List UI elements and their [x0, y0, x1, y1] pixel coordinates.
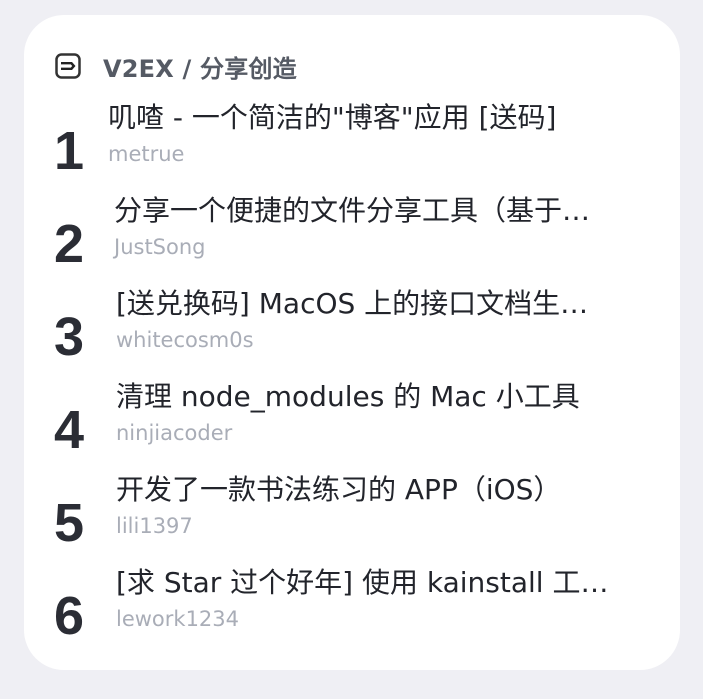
list-item[interactable]: 6 [求 Star 过个好年] 使用 kainstall 工… lework12… [54, 565, 664, 658]
topic-title[interactable]: 分享一个便捷的文件分享工具（基于… [114, 193, 664, 229]
topic-author: metrue [108, 142, 185, 166]
widget-title: V2EX / 分享创造 [103, 54, 297, 83]
rank-number: 6 [54, 586, 85, 646]
item-content: 叽喳 - 一个简洁的"博客"应用 [送码] metrue [108, 100, 664, 166]
list-item[interactable]: 3 [送兑换码] MacOS 上的接口文档生… whitecosm0s [54, 286, 664, 379]
v2ex-logo-icon [55, 53, 81, 79]
topic-title[interactable]: 清理 node_modules 的 Mac 小工具 [116, 379, 664, 415]
list-item[interactable]: 2 分享一个便捷的文件分享工具（基于… JustSong [54, 193, 664, 286]
item-content: [求 Star 过个好年] 使用 kainstall 工… lework1234 [116, 565, 664, 631]
rank-number: 3 [54, 307, 85, 367]
rank-number: 2 [54, 214, 85, 274]
topic-author: whitecosm0s [116, 328, 254, 352]
topic-title[interactable]: [送兑换码] MacOS 上的接口文档生… [116, 286, 664, 322]
widget-header: V2EX / 分享创造 [55, 51, 297, 83]
list-item[interactable]: 1 叽喳 - 一个简洁的"博客"应用 [送码] metrue [54, 100, 664, 193]
topic-title[interactable]: [求 Star 过个好年] 使用 kainstall 工… [116, 565, 664, 601]
item-content: 分享一个便捷的文件分享工具（基于… JustSong [114, 193, 664, 259]
topic-title[interactable]: 叽喳 - 一个简洁的"博客"应用 [送码] [108, 100, 664, 136]
rank-number: 4 [54, 400, 85, 460]
item-content: 开发了一款书法练习的 APP（iOS） lili1397 [116, 472, 664, 538]
topic-author: JustSong [114, 235, 206, 259]
rank-number: 1 [54, 121, 85, 181]
topic-author: ninjiacoder [116, 421, 233, 445]
item-content: [送兑换码] MacOS 上的接口文档生… whitecosm0s [116, 286, 664, 352]
topic-author: lework1234 [116, 607, 240, 631]
rank-number: 5 [54, 493, 85, 553]
list-item[interactable]: 5 开发了一款书法练习的 APP（iOS） lili1397 [54, 472, 664, 565]
topic-author: lili1397 [116, 514, 193, 538]
topic-list: 1 叽喳 - 一个简洁的"博客"应用 [送码] metrue 2 分享一个便捷的… [54, 100, 664, 658]
topic-title[interactable]: 开发了一款书法练习的 APP（iOS） [116, 472, 664, 508]
item-content: 清理 node_modules 的 Mac 小工具 ninjiacoder [116, 379, 664, 445]
v2ex-widget[interactable]: V2EX / 分享创造 1 叽喳 - 一个简洁的"博客"应用 [送码] metr… [24, 15, 680, 670]
list-item[interactable]: 4 清理 node_modules 的 Mac 小工具 ninjiacoder [54, 379, 664, 472]
